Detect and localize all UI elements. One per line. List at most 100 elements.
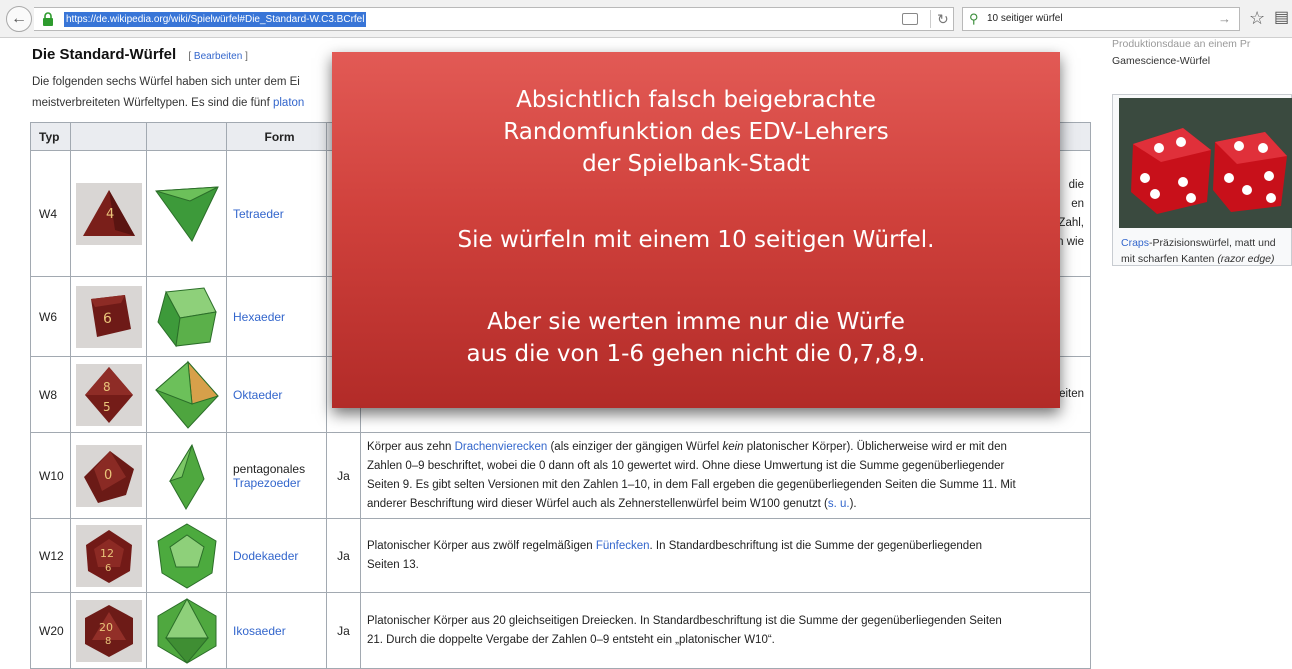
desc-text: platonischer Körper). Üblicherweise wird… [743,440,1007,453]
die-photo-cell: 85 [70,356,147,433]
section-title: Die Standard-Würfel [32,46,177,63]
bookmark-star-icon[interactable]: ☆ [1249,8,1265,28]
die-photo-cell: 12 6 [70,518,147,593]
d12-die-image[interactable]: 12 6 [75,524,142,587]
form-text: pentagonales [233,461,306,476]
url-text[interactable]: https://de.wikipedia.org/wiki/Spielwürfe… [64,12,367,27]
desc-text: (als einziger der gängigen Würfel [547,440,723,453]
svg-text:20: 20 [99,621,113,634]
header-image [70,122,147,151]
trapezohedron-image[interactable] [152,441,222,511]
form-cell: pentagonales Trapezoeder [226,432,327,519]
url-bar[interactable]: https://de.wikipedia.org/wiki/Spielwürfe… [34,7,954,31]
die-photo-cell: 4 [70,150,147,277]
platonic-link[interactable]: platon [273,97,304,109]
svg-text:6: 6 [103,311,112,327]
form-cell: Dodekaeder [226,518,327,593]
d8-die-image[interactable]: 85 [75,363,142,426]
d10-die-image[interactable]: 0 [75,444,142,507]
form-link[interactable]: Oktaeder [233,388,282,402]
form-link[interactable]: Dodekaeder [233,549,298,563]
caption-emphasis: (razor edge) [1217,253,1275,265]
d4-die-image[interactable]: 4 [75,182,142,245]
table-row: W20 20 8 Ikosaeder Ja Platonischer Körper… [30,592,1091,669]
search-icon: ⚲ [969,11,979,26]
form-cell: Tetraeder [226,150,327,277]
overlay-line-5: Aber sie werten imme nur die Würfe [487,309,905,335]
solid-cell [146,592,227,669]
craps-dice-image[interactable] [1119,98,1292,228]
overlay-line-1: Absichtlich falsch beigebrachte [516,87,876,113]
die-photo-cell: 6 [70,276,147,357]
desc-link[interactable]: Fünfecken [596,540,650,552]
d20-die-image[interactable]: 20 8 [75,599,142,662]
desc-emphasis: kein [722,440,744,453]
search-bar[interactable]: ⚲ 10 seitiger würfel → [962,7,1240,31]
hexahedron-image[interactable] [152,282,222,352]
bracket-open: [ [188,51,192,62]
die-photo-cell: 20 8 [70,592,147,669]
sidebar-top-caption: Produktionsdaue an einem Pr Gamescience-… [1112,36,1292,70]
solid-cell [146,276,227,357]
desc-text: anderer Beschriftung wird dieser Würfel … [367,497,828,510]
intro-paragraph: Die folgenden sechs Würfel haben sich un… [32,72,362,114]
solid-cell [146,518,227,593]
overlay-line-6: aus die von 1-6 gehen nicht die 0,7,8,9. [466,341,926,367]
tetrahedron-image[interactable] [152,179,222,249]
caption-text: -Präzisionswürfel, matt und [1149,237,1276,249]
search-go-icon[interactable]: → [1218,11,1231,26]
overlay-line-3: der Spielbank-Stadt [582,151,810,177]
desc-line: Zahlen 0–9 beschriftet, wobei die 0 dann… [367,459,1005,472]
form-link[interactable]: Trapezoeder [233,476,301,490]
back-arrow-icon: ← [11,10,27,27]
platonic-cell: Ja [326,592,361,669]
form-cell: Hexaeder [226,276,327,357]
octahedron-image[interactable] [152,360,222,430]
form-link[interactable]: Hexaeder [233,310,285,324]
desc-line: Seiten 13. [367,558,419,571]
desc-text: ). [849,497,857,510]
description-cell: Platonischer Körper aus 20 gleichseitige… [360,592,1091,669]
intro-text: meistverbreiteten Würfeltypen. Es sind d… [32,97,270,109]
top-caption-line-2: Gamescience-Würfel [1112,55,1211,67]
overlay-line-2: Randomfunktion des EDV-Lehrers [503,119,889,145]
sidebar-image-card: Craps-Präzisionswürfel, matt und mit sch… [1112,94,1292,266]
edit-link[interactable]: Bearbeiten [194,51,242,62]
row-type: W20 [30,592,71,669]
clipboard-icon[interactable]: ▤ [1274,8,1289,28]
desc-text: Platonischer Körper aus zwölf regelmäßig… [367,539,596,552]
dodecahedron-image[interactable] [152,521,222,591]
search-input[interactable]: 10 seitiger würfel [987,13,1063,24]
intro-line-1: Die folgenden sechs Würfel haben sich un… [32,76,300,88]
desc-line: Platonischer Körper aus 20 gleichseitige… [367,614,1002,627]
svg-text:0: 0 [104,468,112,483]
desc-text: Körper aus zehn [367,440,455,453]
form-link[interactable]: Ikosaeder [233,624,286,638]
desc-link[interactable]: Drachenvierecken [455,441,548,453]
reload-icon[interactable]: ↻ [930,10,949,28]
desc-line: 21. Durch die doppelte Vergabe der Zahle… [367,633,775,646]
browser-toolbar: ← https://de.wikipedia.org/wiki/Spielwür… [0,0,1292,38]
top-caption-line-1: Produktionsdaue an einem Pr [1112,38,1251,50]
row-type: W12 [30,518,71,593]
desc-line: anderer Beschriftung wird dieser Würfel … [367,495,1084,514]
form-link[interactable]: Tetraeder [233,207,284,221]
bracket-close: ] [245,51,248,62]
section-heading: Die Standard-Würfel [ Bearbeiten ] [32,46,248,63]
intro-line-2: meistverbreiteten Würfeltypen. Es sind d… [32,93,362,114]
description-cell: Körper aus zehn Drachenvierecken (als ei… [360,432,1091,519]
craps-link[interactable]: Craps [1121,237,1149,249]
desc-text: . In Standardbeschriftung ist die Summe … [649,539,982,552]
d6-die-image[interactable]: 6 [75,285,142,348]
icosahedron-image[interactable] [152,596,222,666]
row-type: W6 [30,276,71,357]
caption-text: mit scharfen Kanten [1121,253,1218,265]
back-button[interactable]: ← [6,6,32,32]
header-form: Form [226,122,327,151]
edit-section: [ Bearbeiten ] [188,51,248,62]
desc-link[interactable]: s. u. [828,498,850,510]
svg-text:5: 5 [103,400,111,414]
row-type: W4 [30,150,71,277]
svg-text:8: 8 [103,380,111,394]
reader-view-icon[interactable] [902,13,918,25]
